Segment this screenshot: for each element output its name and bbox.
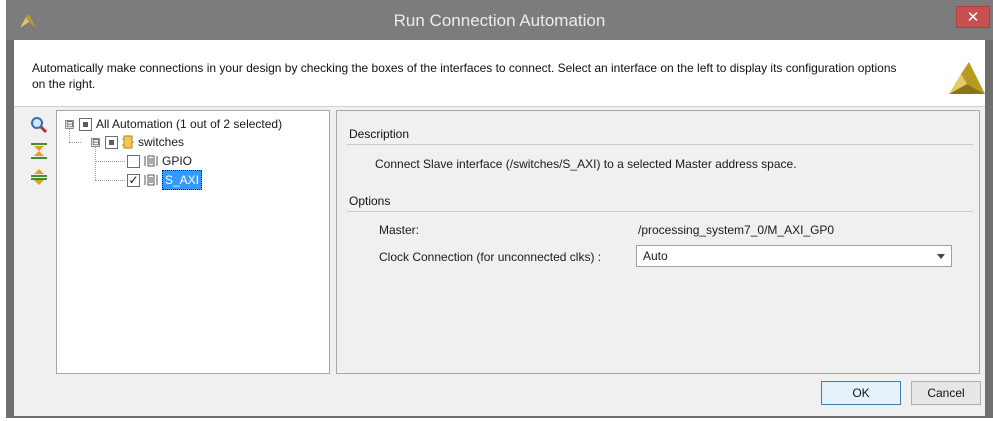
- description-heading: Description: [349, 127, 410, 141]
- close-button[interactable]: ✕: [956, 6, 990, 28]
- automation-tree: ⊟ All Automation (1 out of 2 selected) ⊟…: [56, 110, 330, 374]
- search-icon[interactable]: [30, 116, 48, 134]
- description-text: Connect Slave interface (/switches/S_AXI…: [375, 157, 797, 171]
- tree-connector: [69, 142, 81, 143]
- s-axi-checkbox[interactable]: ✓: [127, 173, 140, 187]
- tree-item-s-axi[interactable]: ✓ S_AXI: [127, 170, 203, 190]
- clock-connection-label: Clock Connection (for unconnected clks) …: [379, 250, 602, 264]
- clock-connection-value: Auto: [643, 249, 668, 263]
- collapse-toggle[interactable]: ⊟: [65, 119, 74, 129]
- root-checkbox[interactable]: [79, 117, 92, 131]
- tree-toolbar: [30, 116, 52, 194]
- ok-button[interactable]: OK: [821, 381, 901, 405]
- banner-description: Automatically make connections in your d…: [32, 61, 897, 91]
- master-label: Master:: [379, 223, 420, 237]
- section-divider: [347, 144, 973, 145]
- tree-group-label: switches: [138, 135, 185, 149]
- expand-all-icon[interactable]: [30, 168, 48, 186]
- collapse-all-icon[interactable]: [30, 142, 48, 160]
- description-banner: Automatically make connections in your d…: [14, 40, 985, 107]
- tree-root-label: All Automation (1 out of 2 selected): [96, 117, 283, 131]
- interface-icon: [144, 155, 158, 167]
- title-bar[interactable]: Run Connection Automation ✕: [6, 0, 993, 40]
- chevron-down-icon[interactable]: [937, 254, 945, 259]
- tree-group-row[interactable]: ⊟ switches: [91, 133, 184, 151]
- tree-item-label: GPIO: [162, 154, 193, 168]
- tree-connector: [95, 180, 125, 181]
- clock-connection-select[interactable]: Auto: [636, 245, 952, 267]
- cancel-button[interactable]: Cancel: [911, 381, 981, 405]
- dialog-body: Automatically make connections in your d…: [14, 40, 985, 416]
- options-panel: Description Connect Slave interface (/sw…: [336, 110, 980, 374]
- tree-item-gpio[interactable]: GPIO: [127, 152, 192, 170]
- tree-root-row[interactable]: ⊟ All Automation (1 out of 2 selected): [65, 115, 282, 133]
- window-title: Run Connection Automation: [393, 11, 606, 30]
- options-heading: Options: [349, 194, 391, 208]
- switches-checkbox[interactable]: [105, 135, 118, 149]
- tree-item-label: S_AXI: [162, 170, 203, 190]
- ip-block-icon: [122, 135, 134, 149]
- master-value: /processing_system7_0/M_AXI_GP0: [638, 223, 835, 237]
- xilinx-logo-icon: [949, 62, 985, 94]
- gpio-checkbox[interactable]: [127, 154, 140, 168]
- dialog-window: Run Connection Automation ✕ Automaticall…: [6, 0, 993, 418]
- tree-connector: [95, 161, 125, 162]
- collapse-toggle[interactable]: ⊟: [91, 137, 100, 147]
- section-divider: [347, 211, 973, 212]
- tree-connector: [95, 146, 96, 180]
- interface-icon: [144, 174, 158, 186]
